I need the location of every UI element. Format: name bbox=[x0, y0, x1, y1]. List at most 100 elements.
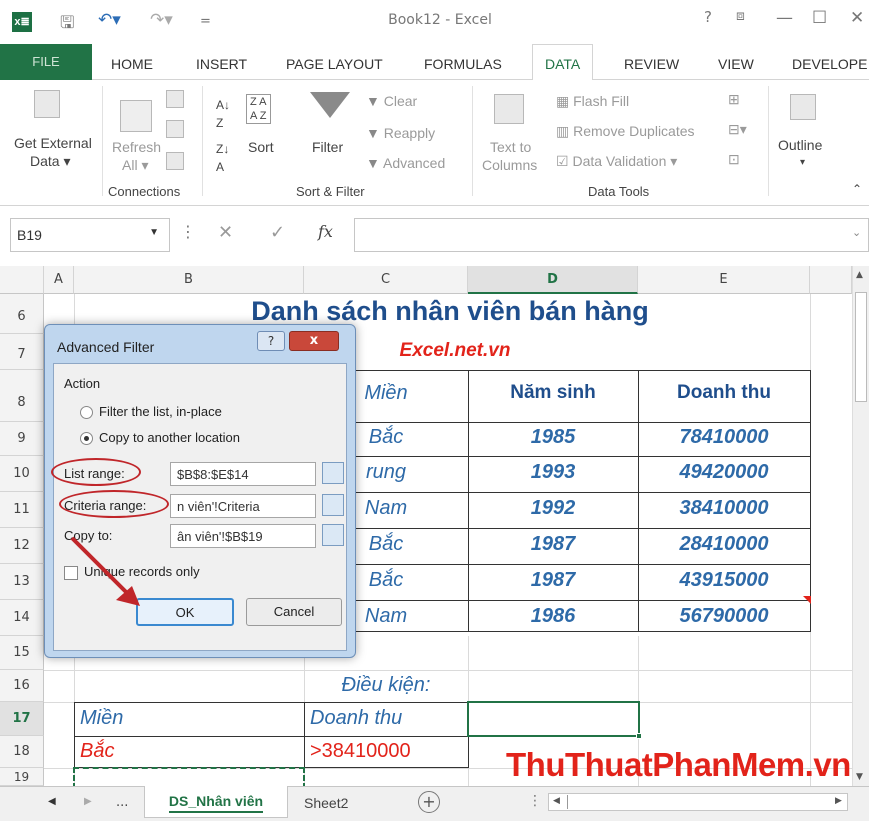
criteria-value-doanh-thu[interactable]: >38410000 bbox=[310, 740, 470, 763]
cell-e14[interactable]: 56790000 bbox=[638, 605, 810, 628]
relationships-icon[interactable]: ⊡ bbox=[728, 150, 740, 168]
tab-file[interactable]: FILE bbox=[0, 44, 92, 80]
col-header-d[interactable]: D bbox=[468, 266, 638, 294]
cancel-button[interactable]: Cancel bbox=[246, 598, 342, 626]
sort-button[interactable]: Sort bbox=[248, 138, 274, 156]
active-cell-d17[interactable] bbox=[467, 701, 640, 737]
hscroll-thumb[interactable] bbox=[567, 795, 627, 809]
scroll-up-icon[interactable]: ▲ bbox=[856, 270, 863, 280]
fill-handle[interactable] bbox=[636, 733, 642, 739]
col-header-b[interactable]: B bbox=[74, 266, 304, 294]
criteria-header-mien[interactable]: Miền bbox=[80, 707, 280, 730]
select-all-corner[interactable] bbox=[0, 266, 44, 294]
tab-data[interactable]: DATA bbox=[532, 44, 594, 81]
row-header-17[interactable]: 17 bbox=[0, 702, 44, 736]
col-header-e[interactable]: E bbox=[638, 266, 810, 294]
clear-button[interactable]: ▼ Clear bbox=[366, 92, 417, 110]
list-range-collapse-icon[interactable] bbox=[322, 462, 344, 484]
insert-function-icon[interactable]: fx bbox=[318, 222, 333, 241]
cell-e9[interactable]: 78410000 bbox=[638, 426, 810, 449]
row-header-16[interactable]: 16 bbox=[0, 670, 44, 702]
collapse-ribbon-icon[interactable]: ⌃ bbox=[852, 180, 862, 198]
criteria-range-input[interactable]: n viên'!Criteria bbox=[170, 494, 316, 518]
copy-to-input[interactable]: ân viên'!$B$19 bbox=[170, 524, 316, 548]
row-header-8[interactable]: 8 bbox=[0, 370, 44, 422]
col-header-f[interactable] bbox=[810, 266, 852, 294]
outline-button[interactable]: Outline bbox=[778, 136, 822, 154]
refresh-all-button[interactable]: Refresh bbox=[112, 138, 161, 156]
filter-button[interactable]: Filter bbox=[312, 138, 343, 156]
get-external-data-button[interactable]: Get External bbox=[14, 134, 92, 152]
outline-dropdown-icon[interactable]: ▾ bbox=[800, 154, 805, 172]
connections-icon[interactable] bbox=[166, 90, 184, 108]
sort-icon[interactable]: Z AA Z bbox=[246, 94, 271, 124]
cell-e11[interactable]: 38410000 bbox=[638, 497, 810, 520]
radio-filter-in-place[interactable] bbox=[80, 406, 93, 419]
criteria-header-doanh-thu[interactable]: Doanh thu bbox=[310, 707, 470, 730]
cell-d11[interactable]: 1992 bbox=[468, 497, 638, 520]
help-icon[interactable]: ? bbox=[704, 8, 712, 26]
criteria-range-collapse-icon[interactable] bbox=[322, 494, 344, 516]
customize-qat-icon[interactable]: = bbox=[200, 14, 211, 29]
row-header-7[interactable]: 7 bbox=[0, 334, 44, 370]
row-header-10[interactable]: 10 bbox=[0, 456, 44, 492]
tab-page-layout[interactable]: PAGE LAYOUT bbox=[286, 56, 383, 72]
cell-d10[interactable]: 1993 bbox=[468, 461, 638, 484]
formula-input[interactable] bbox=[354, 218, 869, 252]
redo-icon[interactable]: ↷▾ bbox=[150, 10, 173, 30]
cell-d12[interactable]: 1987 bbox=[468, 533, 638, 556]
horizontal-scrollbar[interactable]: ◀ ▶ bbox=[548, 793, 848, 811]
flash-fill-button[interactable]: ▦ Flash Fill bbox=[556, 92, 629, 110]
save-icon[interactable]: 🖫 bbox=[60, 10, 74, 39]
cell-d9[interactable]: 1985 bbox=[468, 426, 638, 449]
scroll-right-icon[interactable]: ▶ bbox=[835, 796, 842, 806]
next-sheet-icon[interactable]: ▶ bbox=[84, 796, 92, 807]
name-box-dropdown-icon[interactable]: ▼ bbox=[149, 227, 159, 238]
add-sheet-icon[interactable]: + bbox=[418, 791, 440, 813]
row-header-12[interactable]: 12 bbox=[0, 528, 44, 564]
scroll-down-icon[interactable]: ▼ bbox=[856, 772, 863, 782]
data-validation-button[interactable]: ☑ Data Validation ▾ bbox=[556, 152, 677, 170]
cell-e13[interactable]: 43915000 bbox=[638, 569, 810, 592]
criteria-value-bac[interactable]: Bắc bbox=[80, 740, 280, 763]
consolidate-icon[interactable]: ⊞ bbox=[728, 90, 740, 108]
properties-icon[interactable] bbox=[166, 120, 184, 138]
maximize-icon[interactable]: ☐ bbox=[812, 8, 827, 28]
dialog-close-button[interactable]: x bbox=[289, 331, 339, 351]
col-header-c[interactable]: C bbox=[304, 266, 468, 294]
row-header-11[interactable]: 11 bbox=[0, 492, 44, 528]
advanced-button[interactable]: ▼ Advanced bbox=[366, 154, 445, 172]
cell-e10[interactable]: 49420000 bbox=[638, 461, 810, 484]
help-button[interactable]: ? bbox=[257, 331, 285, 351]
tab-view[interactable]: VIEW bbox=[718, 56, 754, 72]
row-header-15[interactable]: 15 bbox=[0, 636, 44, 670]
cell-d13[interactable]: 1987 bbox=[468, 569, 638, 592]
remove-duplicates-button[interactable]: ▥ Remove Duplicates bbox=[556, 122, 695, 140]
col-header-a[interactable]: A bbox=[44, 266, 74, 294]
reapply-button[interactable]: ▼ Reapply bbox=[366, 124, 435, 142]
scrollbar-thumb[interactable] bbox=[855, 292, 867, 402]
row-header-13[interactable]: 13 bbox=[0, 564, 44, 600]
row-header-18[interactable]: 18 bbox=[0, 736, 44, 768]
minimize-icon[interactable]: — bbox=[776, 8, 793, 28]
prev-sheet-icon[interactable]: ◀ bbox=[48, 796, 56, 807]
tab-insert[interactable]: INSERT bbox=[196, 56, 247, 72]
row-header-9[interactable]: 9 bbox=[0, 422, 44, 456]
ribbon-display-icon[interactable]: ⧈ bbox=[736, 8, 745, 24]
name-box[interactable]: B19 ▼ bbox=[10, 218, 170, 252]
tab-review[interactable]: REVIEW bbox=[624, 56, 679, 72]
row-header-14[interactable]: 14 bbox=[0, 600, 44, 636]
cell-d14[interactable]: 1986 bbox=[468, 605, 638, 628]
sheet-tab-sheet2[interactable]: Sheet2 bbox=[304, 795, 348, 811]
vertical-scrollbar[interactable]: ▲ ▼ bbox=[852, 266, 869, 786]
list-range-input[interactable]: $B$8:$E$14 bbox=[170, 462, 316, 486]
scroll-left-icon[interactable]: ◀ bbox=[553, 796, 560, 806]
enter-formula-icon[interactable]: ✓ bbox=[270, 222, 285, 243]
radio-copy-to-location[interactable] bbox=[80, 432, 93, 445]
cancel-formula-icon[interactable]: ✕ bbox=[218, 222, 233, 243]
tab-home[interactable]: HOME bbox=[111, 56, 153, 72]
text-to-columns-button[interactable]: Text to bbox=[490, 138, 531, 156]
cell-e12[interactable]: 28410000 bbox=[638, 533, 810, 556]
row-header-6[interactable]: 6 bbox=[0, 294, 44, 334]
what-if-icon[interactable]: ⊟▾ bbox=[728, 120, 747, 138]
